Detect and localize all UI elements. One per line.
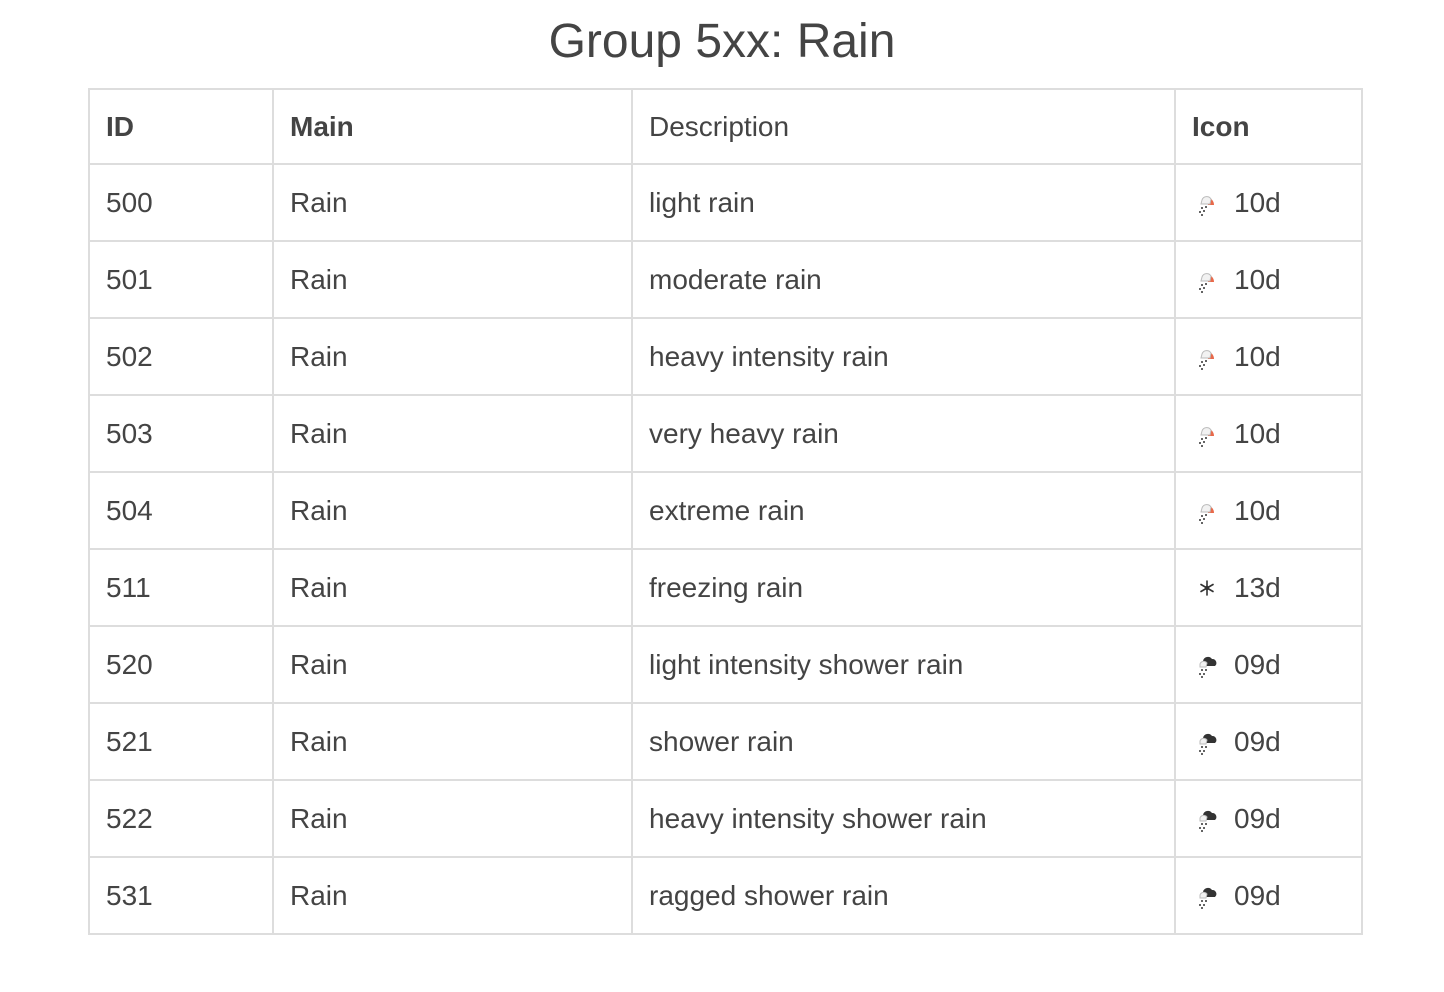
cell-id: 521: [88, 702, 274, 781]
icon-cell-content: 09d: [1192, 726, 1345, 758]
cell-description: ragged shower rain: [631, 856, 1176, 935]
cell-id: 531: [88, 856, 274, 935]
cell-description: light rain: [631, 163, 1176, 242]
icon-cell-content: 09d: [1192, 880, 1345, 912]
cell-icon: 13d: [1174, 548, 1363, 627]
cell-icon: 09d: [1174, 702, 1363, 781]
cell-icon: 10d: [1174, 394, 1363, 473]
cell-id: 504: [88, 471, 274, 550]
header-description: Description: [631, 88, 1176, 165]
cell-description: heavy intensity rain: [631, 317, 1176, 396]
cell-main: Rain: [272, 394, 633, 473]
icon-cell-content: 10d: [1192, 495, 1345, 527]
cell-id: 501: [88, 240, 274, 319]
icon-code: 10d: [1234, 417, 1281, 449]
icon-cell-content: 10d: [1192, 187, 1345, 219]
icon-code: 09d: [1234, 725, 1281, 757]
cell-main: Rain: [272, 702, 633, 781]
cell-main: Rain: [272, 240, 633, 319]
cloud-rain-icon: [1192, 881, 1222, 911]
icon-code: 10d: [1234, 340, 1281, 372]
cell-main: Rain: [272, 471, 633, 550]
table-row: 501 Rain moderate rain 10d: [88, 240, 1363, 319]
header-main: Main: [272, 88, 633, 165]
sun-rain-icon: [1192, 496, 1222, 526]
icon-code: 09d: [1234, 802, 1281, 834]
cell-id: 500: [88, 163, 274, 242]
cell-icon: 09d: [1174, 779, 1363, 858]
cell-main: Rain: [272, 548, 633, 627]
table-row: 504 Rain extreme rain 10d: [88, 471, 1363, 550]
header-row: ID Main Description Icon: [88, 88, 1363, 165]
cell-icon: 09d: [1174, 856, 1363, 935]
icon-cell-content: 10d: [1192, 418, 1345, 450]
icon-cell-content: 09d: [1192, 649, 1345, 681]
snowflake-icon: [1192, 573, 1222, 603]
cell-id: 520: [88, 625, 274, 704]
table-row: 511 Rain freezing rain 13d: [88, 548, 1363, 627]
page-title: Group 5xx: Rain: [548, 15, 896, 68]
cell-main: Rain: [272, 163, 633, 242]
sun-rain-icon: [1192, 188, 1222, 218]
cell-main: Rain: [272, 856, 633, 935]
header-id: ID: [88, 88, 274, 165]
cell-id: 511: [88, 548, 274, 627]
table-row: 503 Rain very heavy rain 10d: [88, 394, 1363, 473]
cell-icon: 10d: [1174, 471, 1363, 550]
icon-code: 09d: [1234, 879, 1281, 911]
icon-code: 10d: [1234, 263, 1281, 295]
cell-main: Rain: [272, 317, 633, 396]
icon-cell-content: 13d: [1192, 572, 1345, 604]
table-row: 531 Rain ragged shower rain 09d: [88, 856, 1363, 935]
sun-rain-icon: [1192, 419, 1222, 449]
table-row: 502 Rain heavy intensity rain 10d: [88, 317, 1363, 396]
sun-rain-icon: [1192, 342, 1222, 372]
cell-description: shower rain: [631, 702, 1176, 781]
header-icon: Icon: [1174, 88, 1363, 165]
sun-rain-icon: [1192, 265, 1222, 295]
cell-description: very heavy rain: [631, 394, 1176, 473]
cell-icon: 10d: [1174, 240, 1363, 319]
cell-icon: 09d: [1174, 625, 1363, 704]
cell-description: extreme rain: [631, 471, 1176, 550]
icon-cell-content: 09d: [1192, 803, 1345, 835]
table-row: 520 Rain light intensity shower rain 09d: [88, 625, 1363, 704]
cell-id: 522: [88, 779, 274, 858]
cell-main: Rain: [272, 625, 633, 704]
cloud-rain-icon: [1192, 804, 1222, 834]
icon-code: 13d: [1234, 571, 1281, 603]
table-row: 500 Rain light rain 10d: [88, 163, 1363, 242]
table-row: 521 Rain shower rain 09d: [88, 702, 1363, 781]
icon-cell-content: 10d: [1192, 264, 1345, 296]
weather-conditions-table: ID Main Description Icon 500 Rain light ra…: [88, 88, 1363, 935]
icon-code: 10d: [1234, 494, 1281, 526]
cell-id: 502: [88, 317, 274, 396]
icon-code: 09d: [1234, 648, 1281, 680]
table-body: 500 Rain light rain 10d 501 Rain moderate rain…: [88, 163, 1363, 935]
cell-icon: 10d: [1174, 317, 1363, 396]
cell-icon: 10d: [1174, 163, 1363, 242]
cloud-rain-icon: [1192, 650, 1222, 680]
cell-id: 503: [88, 394, 274, 473]
cell-main: Rain: [272, 779, 633, 858]
icon-code: 10d: [1234, 186, 1281, 218]
cell-description: light intensity shower rain: [631, 625, 1176, 704]
table-row: 522 Rain heavy intensity shower rain 09d: [88, 779, 1363, 858]
cell-description: heavy intensity shower rain: [631, 779, 1176, 858]
cell-description: moderate rain: [631, 240, 1176, 319]
icon-cell-content: 10d: [1192, 341, 1345, 373]
cloud-rain-icon: [1192, 727, 1222, 757]
cell-description: freezing rain: [631, 548, 1176, 627]
